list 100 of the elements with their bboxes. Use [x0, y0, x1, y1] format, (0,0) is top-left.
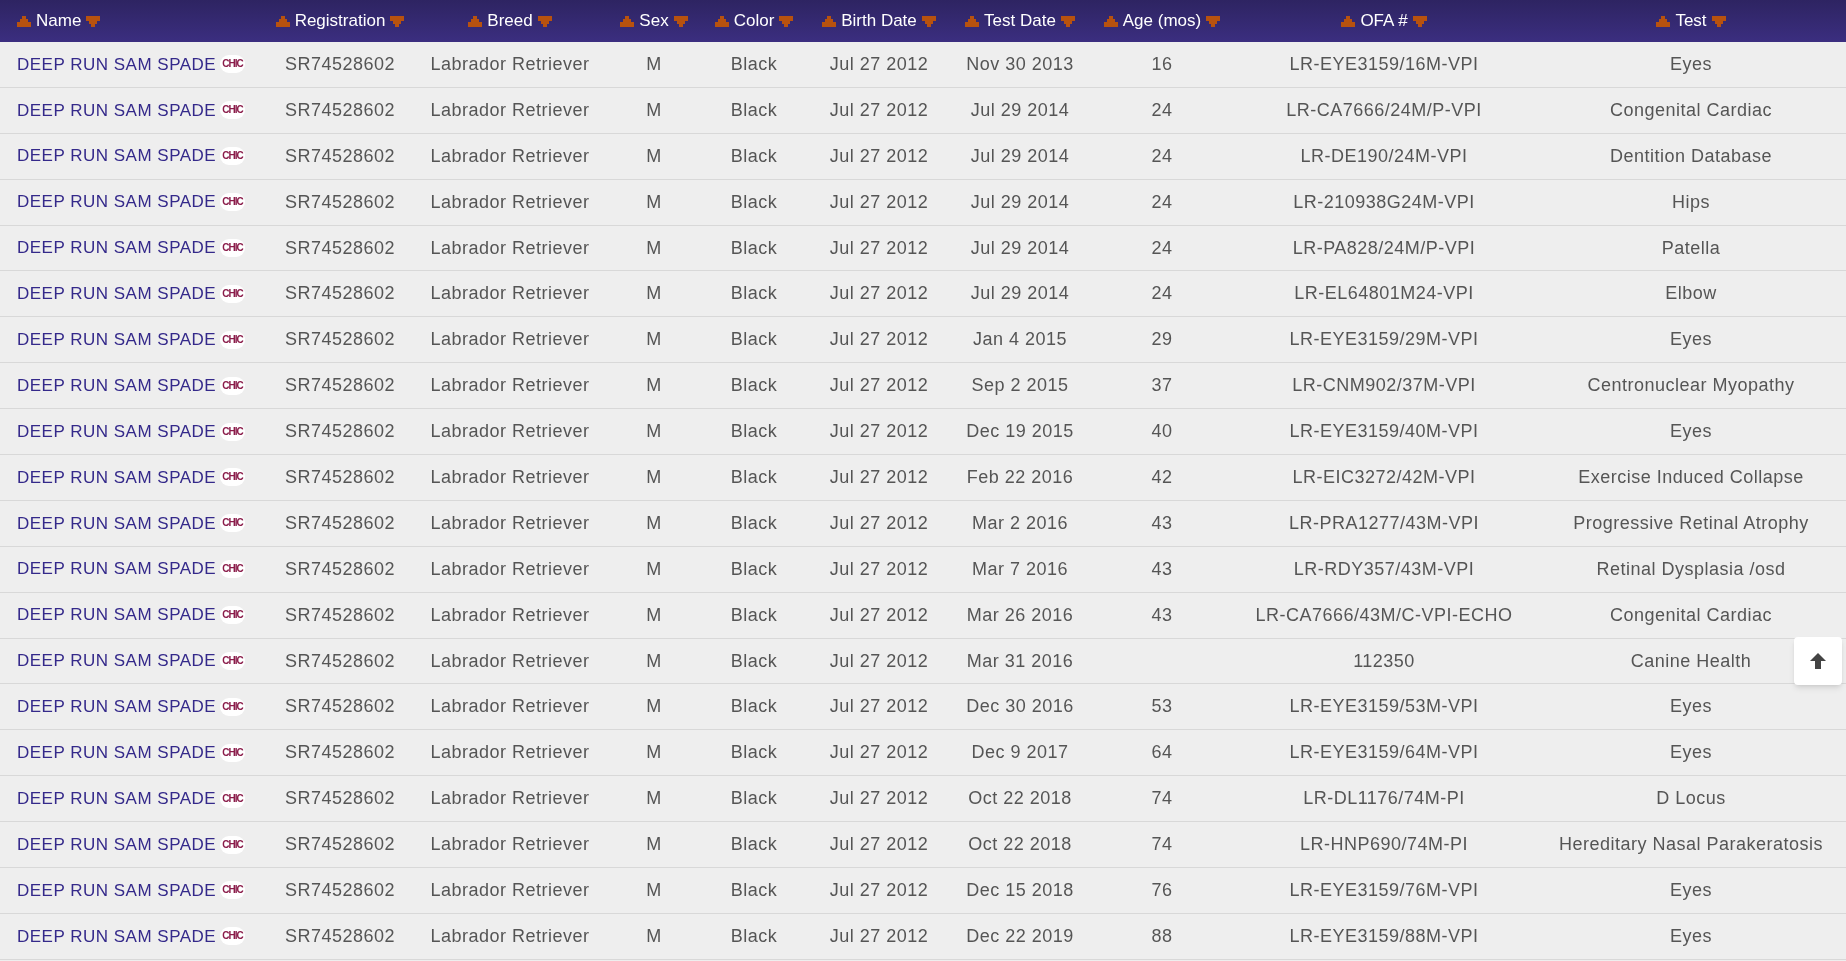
column-header[interactable]: Test Date	[984, 8, 1056, 34]
dog-name-link[interactable]: DEEP RUN SAM SPADE	[17, 510, 217, 537]
table-cell: SR74528602	[284, 283, 396, 304]
column-header[interactable]: Sex	[639, 8, 669, 34]
sort-descending-icon[interactable]	[86, 15, 101, 27]
table-cell: M	[646, 53, 662, 74]
column-header[interactable]: Breed	[487, 8, 533, 34]
dog-name-link[interactable]: DEEP RUN SAM SPADE	[17, 831, 217, 858]
sort-ascending-icon[interactable]	[1656, 15, 1671, 27]
table-cell: Black	[730, 925, 778, 946]
sort-descending-icon[interactable]	[1711, 15, 1726, 27]
table-cell: LR-EL64801M24-VPI	[1294, 283, 1474, 304]
table-cell: Eyes	[1670, 925, 1712, 946]
table-cell: Jul 29 2014	[970, 283, 1070, 304]
table-cell: Jul 29 2014	[970, 191, 1070, 212]
dog-name-link[interactable]: DEEP RUN SAM SPADE	[17, 372, 217, 399]
table-cell: Centronuclear Myopathy	[1587, 375, 1795, 396]
table-cell: Progressive Retinal Atrophy	[1573, 512, 1809, 533]
table-cell: LR-CA7666/43M/C-VPI-ECHO	[1255, 604, 1513, 625]
table-cell: Labrador Retriever	[430, 237, 590, 258]
table-cell: Jul 27 2012	[829, 558, 929, 579]
table-cell: Jul 27 2012	[829, 604, 929, 625]
column-header[interactable]: Age (mos)	[1122, 8, 1202, 34]
table-cell: Labrador Retriever	[430, 788, 590, 809]
sort-ascending-icon[interactable]	[714, 15, 729, 27]
scroll-to-top-button[interactable]	[1794, 637, 1842, 685]
sort-ascending-icon[interactable]	[620, 15, 635, 27]
sort-ascending-icon[interactable]	[275, 15, 290, 27]
column-header[interactable]: Test	[1675, 8, 1707, 34]
table-cell: Exercise Induced Collapse	[1578, 466, 1804, 487]
sort-ascending-icon[interactable]	[1103, 15, 1118, 27]
sort-descending-icon[interactable]	[1206, 15, 1221, 27]
table-cell: Oct 22 2018	[968, 788, 1072, 809]
table-cell: M	[646, 512, 662, 533]
sort-ascending-icon[interactable]	[1341, 15, 1356, 27]
dog-name-link[interactable]: DEEP RUN SAM SPADE	[17, 235, 217, 261]
dog-name-link[interactable]: DEEP RUN SAM SPADE	[17, 143, 217, 169]
chic-badge: CHIC	[220, 835, 245, 854]
table-cell: 29	[1151, 329, 1173, 350]
table-cell: 76	[1151, 879, 1173, 900]
table-cell: LR-CA7666/24M/P-VPI	[1286, 99, 1482, 120]
sort-ascending-icon[interactable]	[965, 15, 980, 27]
table-cell: M	[646, 788, 662, 809]
dog-name-link[interactable]: DEEP RUN SAM SPADE	[17, 418, 217, 445]
column-header[interactable]: Name	[36, 8, 82, 34]
dog-name-link[interactable]: DEEP RUN SAM SPADE	[17, 464, 217, 491]
table-cell: SR74528602	[284, 742, 396, 763]
chic-badge: CHIC	[220, 239, 245, 257]
sort-descending-icon[interactable]	[779, 15, 794, 27]
dog-name-link[interactable]: DEEP RUN SAM SPADE	[17, 556, 217, 582]
chic-badge: CHIC	[220, 789, 245, 808]
column-header[interactable]: Registration	[294, 8, 386, 34]
sort-descending-icon[interactable]	[673, 15, 688, 27]
dog-name-link[interactable]: DEEP RUN SAM SPADE	[17, 189, 217, 215]
table-cell: Jul 27 2012	[829, 329, 929, 350]
table-cell: 16	[1151, 53, 1173, 74]
column-header[interactable]: OFA #	[1360, 8, 1408, 34]
table-cell: Black	[730, 145, 778, 166]
table-cell: Labrador Retriever	[430, 604, 590, 625]
table-cell: LR-EYE3159/64M-VPI	[1289, 742, 1479, 763]
dog-name-link[interactable]: DEEP RUN SAM SPADE	[17, 694, 217, 720]
table-cell: Congenital Cardiac	[1609, 604, 1773, 625]
table-cell: 43	[1151, 512, 1173, 533]
table-cell: Jul 29 2014	[970, 145, 1070, 166]
sort-descending-icon[interactable]	[390, 15, 405, 27]
table-cell: Jul 27 2012	[829, 650, 929, 671]
column-header[interactable]: Birth Date	[841, 8, 917, 34]
dog-name-link[interactable]: DEEP RUN SAM SPADE	[17, 97, 217, 124]
dog-name-link[interactable]: DEEP RUN SAM SPADE	[17, 327, 217, 353]
dog-name-link[interactable]: DEEP RUN SAM SPADE	[17, 648, 217, 674]
table-cell: SR74528602	[284, 696, 396, 717]
sort-descending-icon[interactable]	[1060, 15, 1075, 27]
sort-ascending-icon[interactable]	[822, 15, 837, 27]
column-header[interactable]: Color	[733, 8, 775, 34]
table-cell: Black	[730, 329, 778, 350]
dog-name-link[interactable]: DEEP RUN SAM SPADE	[17, 51, 217, 78]
table-cell: Labrador Retriever	[430, 329, 590, 350]
table-cell: M	[646, 650, 662, 671]
table-cell: Jul 27 2012	[829, 512, 929, 533]
table-cell: Eyes	[1670, 53, 1712, 74]
table-cell: Labrador Retriever	[430, 650, 590, 671]
table-cell: M	[646, 742, 662, 763]
table-cell: M	[646, 283, 662, 304]
sort-ascending-icon[interactable]	[468, 15, 483, 27]
chic-badge: CHIC	[220, 147, 245, 166]
dog-name-link[interactable]: DEEP RUN SAM SPADE	[17, 602, 217, 628]
dog-name-link[interactable]: DEEP RUN SAM SPADE	[17, 877, 217, 904]
table-cell: Jul 27 2012	[829, 283, 929, 304]
dog-name-link[interactable]: DEEP RUN SAM SPADE	[17, 785, 217, 812]
table-cell: M	[646, 558, 662, 579]
table-cell: 88	[1151, 925, 1173, 946]
sort-descending-icon[interactable]	[921, 15, 936, 27]
sort-descending-icon[interactable]	[1412, 15, 1427, 27]
sort-descending-icon[interactable]	[537, 15, 552, 27]
dog-name-link[interactable]: DEEP RUN SAM SPADE	[17, 740, 217, 766]
table-cell: Black	[730, 237, 778, 258]
table-cell: SR74528602	[284, 375, 396, 396]
dog-name-link[interactable]: DEEP RUN SAM SPADE	[17, 923, 217, 950]
sort-ascending-icon[interactable]	[17, 15, 31, 27]
dog-name-link[interactable]: DEEP RUN SAM SPADE	[17, 281, 217, 307]
